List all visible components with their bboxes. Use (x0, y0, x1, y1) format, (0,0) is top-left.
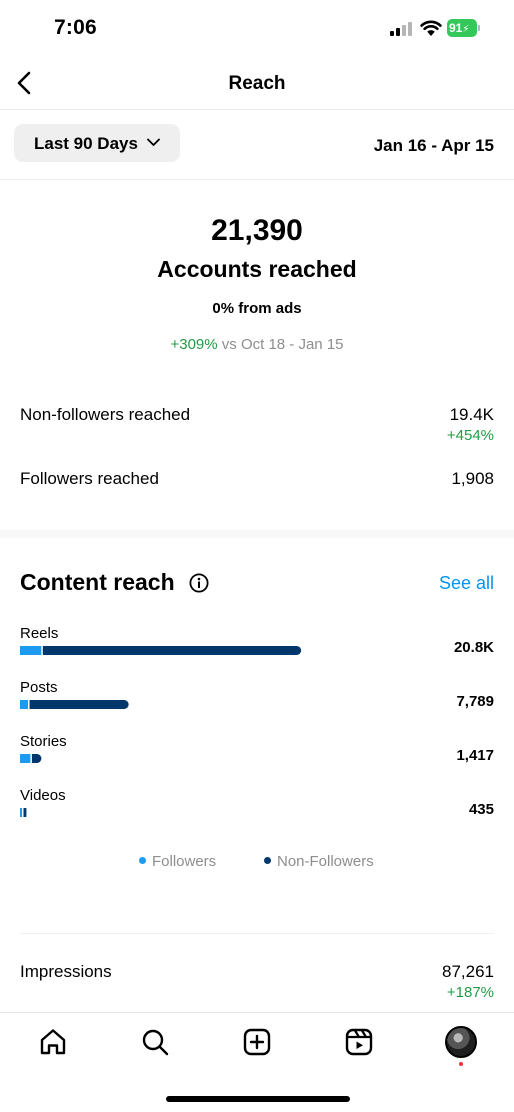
stat-value: 19.4K (449, 405, 494, 424)
date-range-dropdown[interactable]: Last 90 Days (14, 124, 180, 162)
battery-icon: 91⚡ (447, 19, 481, 37)
bar-segment-followers (20, 808, 22, 817)
page-title: Reach (228, 73, 286, 94)
content-reach-bar (20, 700, 129, 709)
legend-followers-label: Followers (152, 853, 217, 870)
filter-row: Last 90 Days Jan 16 - Apr 15 (0, 110, 514, 180)
bar-segment-followers (20, 700, 29, 709)
content-reach-value: 1,417 (456, 747, 494, 764)
bar-segment-non-followers-edge (23, 808, 27, 817)
content-reach-value: 7,789 (456, 693, 494, 710)
legend-dot-non-followers (264, 857, 271, 864)
stat-value: 1,908 (451, 469, 494, 488)
content-reach-value: 435 (468, 801, 494, 818)
content-reach-bar (20, 808, 27, 817)
divider (20, 933, 494, 934)
bar-segment-non-followers-edge (42, 646, 48, 655)
impressions-value: 87,261 (442, 962, 494, 981)
section-divider (0, 530, 514, 538)
legend-followers: Followers (139, 853, 216, 870)
chart-legend: Followers Non-Followers (0, 853, 514, 873)
accounts-reached-label: Accounts reached (157, 256, 357, 282)
content-reach-title: Content reach (20, 569, 175, 595)
bar-segment-followers (20, 754, 31, 763)
wifi-icon (420, 20, 442, 36)
content-reach-label: Stories (20, 733, 67, 750)
content-reach-bar (20, 646, 302, 655)
bar-segment-non-followers (42, 646, 302, 655)
chevron-down-icon (147, 138, 160, 146)
status-time: 7:06 (54, 16, 97, 39)
see-all-link[interactable]: See all (439, 573, 494, 594)
comparison-text: +309% vs Oct 18 - Jan 15 (0, 336, 514, 353)
date-range-text: Jan 16 - Apr 15 (373, 136, 494, 155)
content-reach-label: Videos (20, 787, 66, 804)
notification-dot (459, 1062, 463, 1066)
ads-percentage: 0% from ads (212, 300, 302, 317)
content-reach-row-reels: Reels 20.8K (20, 625, 494, 665)
date-range-label: Last 90 Days (34, 134, 138, 153)
bar-segment-non-followers-edge (31, 754, 37, 763)
content-reach-label: Reels (20, 625, 59, 642)
content-reach-value: 20.8K (453, 639, 494, 656)
accounts-reached-count: 21,390 (211, 214, 303, 247)
impressions-change: +187% (446, 984, 494, 1001)
status-bar: 7:06 91⚡ (0, 0, 514, 56)
content-reach-row-videos: Videos 435 (20, 787, 494, 827)
stat-label: Non-followers reached (20, 405, 191, 424)
search-icon[interactable] (140, 1027, 170, 1057)
content-reach-row-posts: Posts 7,789 (20, 679, 494, 719)
content-reach-row-stories: Stories 1,417 (20, 733, 494, 773)
nav-header: Reach (0, 56, 514, 110)
comparison-change: +309% (170, 336, 218, 353)
legend-dot-followers (139, 857, 146, 864)
home-icon[interactable] (38, 1027, 68, 1057)
info-icon[interactable] (189, 573, 209, 593)
stat-label: Followers reached (20, 469, 159, 488)
battery-level: 91 (449, 21, 463, 35)
legend-non-followers: Non-Followers (264, 853, 374, 870)
signal-icon (390, 22, 412, 36)
home-indicator (166, 1096, 350, 1102)
bar-segment-followers (20, 646, 42, 655)
legend-non-followers-label: Non-Followers (277, 853, 374, 870)
stat-change: +454% (446, 427, 494, 444)
comparison-period: vs Oct 18 - Jan 15 (221, 336, 344, 353)
bar-segment-non-followers (29, 700, 129, 709)
reels-icon[interactable] (344, 1027, 374, 1057)
create-icon[interactable] (242, 1027, 272, 1057)
impressions-label: Impressions (20, 962, 112, 981)
profile-avatar[interactable] (445, 1026, 477, 1058)
content-reach-label: Posts (20, 679, 58, 696)
bar-segment-non-followers-edge (29, 700, 35, 709)
content-reach-bar (20, 754, 42, 763)
